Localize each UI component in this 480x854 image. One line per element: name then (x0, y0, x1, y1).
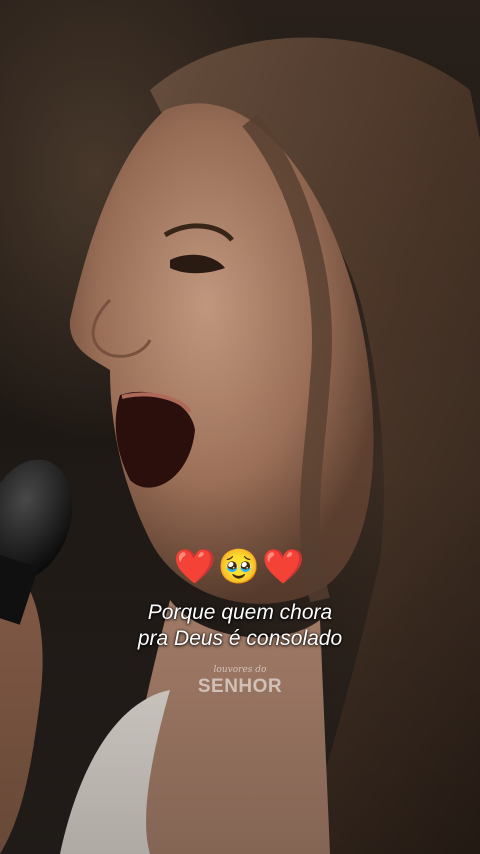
caption-line-2: pra Deus é consolado (137, 627, 343, 650)
watermark-title: SENHOR (197, 676, 283, 697)
singer-photo (0, 37, 480, 854)
caption-line-1: Porque quem chora (147, 601, 333, 624)
video-frame[interactable]: ❤️🥹❤️ Porque quem chora pra Deus é conso… (0, 0, 480, 854)
lyrics-caption: Porque quem chora pra Deus é consolado (0, 600, 480, 652)
watermark-small-text: louvores do (213, 665, 267, 675)
emoji-hearts: ❤️🥹❤️ (173, 548, 307, 586)
channel-watermark: louvores do SENHOR (0, 664, 480, 698)
